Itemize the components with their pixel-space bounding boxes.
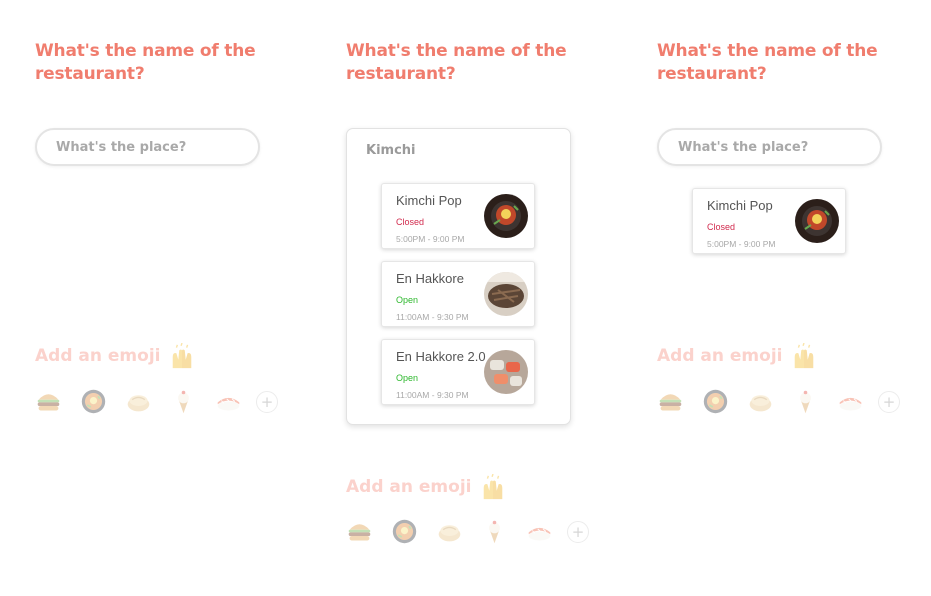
search-placeholder: What's the place? xyxy=(56,139,187,155)
restaurant-photo xyxy=(484,272,528,316)
result-card-en-hakkore-2[interactable]: En Hakkore 2.0 Open 11:00AM - 9:30 PM xyxy=(381,339,535,405)
restaurant-name: En Hakkore 2.0 xyxy=(396,349,486,364)
search-query-text[interactable]: Kimchi xyxy=(366,143,416,158)
question-title: What's the name of the restaurant? xyxy=(657,41,878,84)
emoji-heading-text: Add an emoji xyxy=(346,477,472,497)
question-title: What's the name of the restaurant? xyxy=(35,41,256,84)
search-results-dropdown: Kimchi Kimchi Pop Closed 5:00PM - 9:00 P… xyxy=(346,128,571,425)
selected-restaurant-card[interactable]: Kimchi Pop Closed 5:00PM - 9:00 PM xyxy=(692,188,846,254)
restaurant-photo xyxy=(484,194,528,238)
result-card-en-hakkore[interactable]: En Hakkore Open 11:00AM - 9:30 PM xyxy=(381,261,535,327)
add-emoji-button[interactable]: + xyxy=(878,390,900,413)
opening-hours: 5:00PM - 9:00 PM xyxy=(707,239,776,249)
restaurant-name: Kimchi Pop xyxy=(396,193,462,208)
raised-hands-icon xyxy=(168,343,196,369)
status-badge: Open xyxy=(396,295,419,305)
status-badge: Closed xyxy=(707,222,736,232)
panel-selected: What's the name of the restaurant? What'… xyxy=(657,0,931,596)
emoji-heading: Add an emoji xyxy=(346,474,507,500)
question-title: What's the name of the restaurant? xyxy=(346,41,567,84)
opening-hours: 11:00AM - 9:30 PM xyxy=(396,390,469,400)
panel-empty-search: What's the name of the restaurant? What'… xyxy=(35,0,315,596)
sushi-icon[interactable] xyxy=(215,388,242,415)
hamburger-icon[interactable] xyxy=(35,388,62,415)
status-badge: Open xyxy=(396,373,419,383)
hamburger-icon[interactable] xyxy=(346,518,373,545)
status-badge: Closed xyxy=(396,217,425,227)
dumpling-icon[interactable] xyxy=(125,388,152,415)
opening-hours: 5:00PM - 9:00 PM xyxy=(396,234,465,244)
restaurant-name: Kimchi Pop xyxy=(707,198,773,213)
bibimbap-bowl-icon[interactable] xyxy=(391,518,418,545)
raised-hands-icon xyxy=(479,474,507,500)
add-emoji-button[interactable]: + xyxy=(567,520,589,543)
panel-search-results: What's the name of the restaurant? Kimch… xyxy=(346,0,626,596)
restaurant-name: En Hakkore xyxy=(396,271,464,286)
search-input[interactable]: What's the place? xyxy=(657,128,882,166)
bibimbap-bowl-icon[interactable] xyxy=(702,388,729,415)
emoji-picker-row: + xyxy=(35,388,278,415)
emoji-heading-text: Add an emoji xyxy=(35,346,161,366)
ice-cream-cone-icon[interactable] xyxy=(170,388,197,415)
emoji-heading: Add an emoji xyxy=(657,343,818,369)
raised-hands-icon xyxy=(790,343,818,369)
result-card-kimchi-pop[interactable]: Kimchi Pop Closed 5:00PM - 9:00 PM xyxy=(381,183,535,249)
restaurant-photo xyxy=(484,350,528,394)
sushi-icon[interactable] xyxy=(526,518,553,545)
emoji-heading: Add an emoji xyxy=(35,343,196,369)
opening-hours: 11:00AM - 9:30 PM xyxy=(396,312,469,322)
hamburger-icon[interactable] xyxy=(657,388,684,415)
bibimbap-bowl-icon[interactable] xyxy=(80,388,107,415)
emoji-picker-row: + xyxy=(657,388,900,415)
search-placeholder: What's the place? xyxy=(678,139,809,155)
add-emoji-button[interactable]: + xyxy=(256,390,278,413)
ice-cream-cone-icon[interactable] xyxy=(792,388,819,415)
dumpling-icon[interactable] xyxy=(747,388,774,415)
ice-cream-cone-icon[interactable] xyxy=(481,518,508,545)
restaurant-photo xyxy=(795,199,839,243)
emoji-picker-row: + xyxy=(346,518,589,545)
sushi-icon[interactable] xyxy=(837,388,864,415)
emoji-heading-text: Add an emoji xyxy=(657,346,783,366)
dumpling-icon[interactable] xyxy=(436,518,463,545)
search-input[interactable]: What's the place? xyxy=(35,128,260,166)
